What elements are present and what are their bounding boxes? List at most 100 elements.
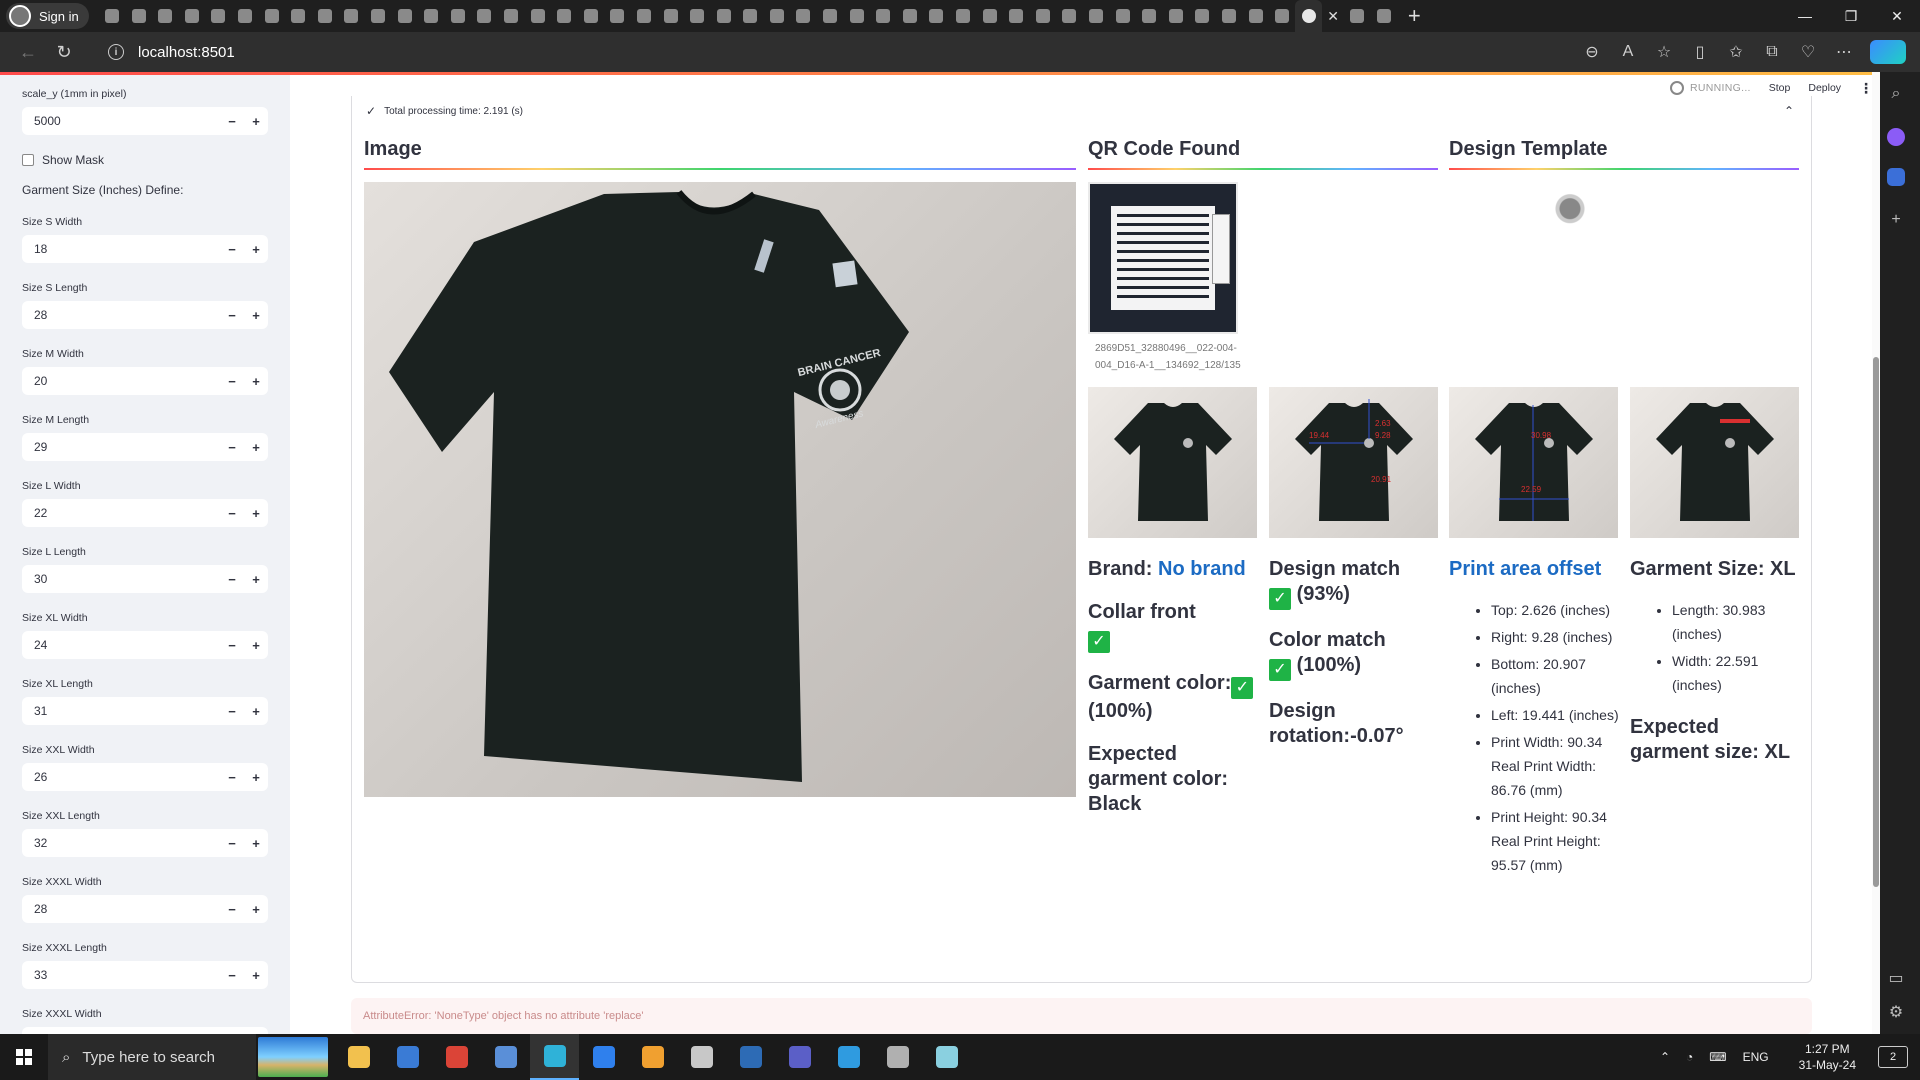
size-value[interactable]: 32 [22, 836, 220, 850]
browser-tab[interactable] [1189, 0, 1216, 32]
browser-tab[interactable] [1371, 0, 1398, 32]
search-icon[interactable]: ⌕ [1884, 82, 1908, 106]
increment-button[interactable]: + [244, 367, 268, 395]
taskbar-app-home-assistant-icon[interactable] [628, 1034, 677, 1080]
page-scrollbar[interactable] [1872, 72, 1880, 1034]
browser-tab[interactable] [418, 0, 445, 32]
browser-tab[interactable] [923, 0, 950, 32]
profile-signin-button[interactable]: Sign in [6, 3, 89, 29]
browser-tab[interactable] [551, 0, 578, 32]
size-value[interactable]: 33 [22, 968, 220, 982]
restore-icon[interactable]: ❐ [1828, 0, 1874, 32]
decrement-button[interactable]: − [220, 565, 244, 593]
size-value[interactable]: 29 [22, 440, 220, 454]
taskbar-app-app-icon[interactable] [726, 1034, 775, 1080]
language-indicator[interactable]: ENG [1735, 1050, 1777, 1064]
refresh-icon[interactable]: ↻ [46, 36, 82, 68]
taskbar-app-notepad-icon[interactable] [922, 1034, 971, 1080]
close-window-icon[interactable]: ✕ [1874, 0, 1920, 32]
favorites-icon[interactable]: ✩ [1718, 42, 1754, 62]
browser-tab[interactable] [1295, 0, 1323, 32]
size-number-input[interactable]: 24− + [22, 631, 268, 659]
increment-button[interactable]: + [244, 1027, 268, 1035]
url-field[interactable]: i localhost:8501 [108, 36, 1608, 68]
browser-tab[interactable] [125, 0, 152, 32]
taskbar-app-store-icon[interactable] [383, 1034, 432, 1080]
browser-tab[interactable] [312, 0, 339, 32]
increment-button[interactable]: + [244, 565, 268, 593]
browser-tab[interactable] [976, 0, 1003, 32]
taskbar-app-vscode-icon[interactable] [579, 1034, 628, 1080]
taskbar-search[interactable]: ⌕ Type here to search [48, 1034, 256, 1080]
size-number-input[interactable]: 26− + [22, 763, 268, 791]
notifications-icon[interactable]: 2 [1878, 1046, 1908, 1068]
increment-button[interactable]: + [244, 433, 268, 461]
browser-tab[interactable] [1136, 0, 1163, 32]
decrement-button[interactable]: − [220, 433, 244, 461]
browser-tab[interactable] [338, 0, 365, 32]
scrollbar-thumb[interactable] [1873, 357, 1879, 887]
zoom-out-icon[interactable]: ⊖ [1574, 42, 1610, 62]
brand-value-link[interactable]: No brand [1158, 558, 1246, 580]
browser-tab[interactable] [205, 0, 232, 32]
browser-tab[interactable] [232, 0, 259, 32]
show-mask-checkbox[interactable]: Show Mask [22, 151, 268, 169]
size-value[interactable]: 26 [22, 770, 220, 784]
browser-tab[interactable] [258, 0, 285, 32]
browser-tab[interactable] [737, 0, 764, 32]
increment-button[interactable]: + [244, 499, 268, 527]
browser-tab[interactable] [1083, 0, 1110, 32]
back-arrow-icon[interactable]: ← [10, 36, 46, 68]
increment-button[interactable]: + [244, 107, 268, 135]
increment-button[interactable]: + [244, 697, 268, 725]
browser-tab[interactable] [790, 0, 817, 32]
browser-tab[interactable] [897, 0, 924, 32]
increment-button[interactable]: + [244, 763, 268, 791]
checkbox-box[interactable] [22, 154, 34, 166]
browser-tab[interactable] [444, 0, 471, 32]
processing-status[interactable]: ✓ Total processing time: 2.191 (s) [366, 104, 523, 118]
taskbar-app-file-explorer-icon[interactable] [334, 1034, 383, 1080]
browser-tab[interactable] [657, 0, 684, 32]
browser-tab[interactable] [604, 0, 631, 32]
new-tab-button[interactable]: + [1397, 3, 1431, 29]
browser-tab[interactable] [365, 0, 392, 32]
browser-tab[interactable] [631, 0, 658, 32]
decrement-button[interactable]: − [220, 895, 244, 923]
size-value[interactable]: 20 [22, 374, 220, 388]
decrement-button[interactable]: − [220, 367, 244, 395]
scale-y-input[interactable]: 5000 − + [22, 107, 268, 135]
increment-button[interactable]: + [244, 961, 268, 989]
taskbar-app-app-icon[interactable] [677, 1034, 726, 1080]
browser-tab[interactable] [285, 0, 312, 32]
browser-tab[interactable] [498, 0, 525, 32]
minimize-icon[interactable]: — [1782, 0, 1828, 32]
size-number-input[interactable]: 30−+ [22, 565, 268, 593]
browser-tab[interactable] [1216, 0, 1243, 32]
main-menu-icon[interactable]: ⋮ [1859, 80, 1873, 97]
size-value[interactable]: 18 [22, 242, 220, 256]
start-button[interactable] [0, 1034, 48, 1080]
size-number-input[interactable]: 30−+ [22, 1027, 268, 1034]
increment-button[interactable]: + [244, 895, 268, 923]
decrement-button[interactable]: − [220, 301, 244, 329]
taskbar-app-app-icon[interactable] [481, 1034, 530, 1080]
copilot-sidebar-icon[interactable] [1887, 128, 1905, 146]
size-value[interactable]: 24 [22, 638, 220, 652]
taskbar-app-app-icon[interactable] [873, 1034, 922, 1080]
browser-tab[interactable] [179, 0, 206, 32]
browser-tab[interactable] [1269, 0, 1296, 32]
increment-button[interactable]: + [244, 235, 268, 263]
browser-tab[interactable] [1163, 0, 1190, 32]
browser-tab[interactable] [152, 0, 179, 32]
chevron-up-icon[interactable]: ⌃ [1784, 104, 1794, 118]
scale-y-value[interactable]: 5000 [22, 114, 220, 128]
size-number-input[interactable]: 28− + [22, 301, 268, 329]
size-number-input[interactable]: 20− + [22, 367, 268, 395]
browser-tab[interactable] [684, 0, 711, 32]
collections-icon[interactable]: ⧉ [1754, 43, 1790, 61]
size-value[interactable]: 22 [22, 506, 220, 520]
outlook-icon[interactable] [1887, 168, 1905, 186]
decrement-button[interactable]: − [220, 697, 244, 725]
copilot-icon[interactable] [1870, 40, 1906, 64]
